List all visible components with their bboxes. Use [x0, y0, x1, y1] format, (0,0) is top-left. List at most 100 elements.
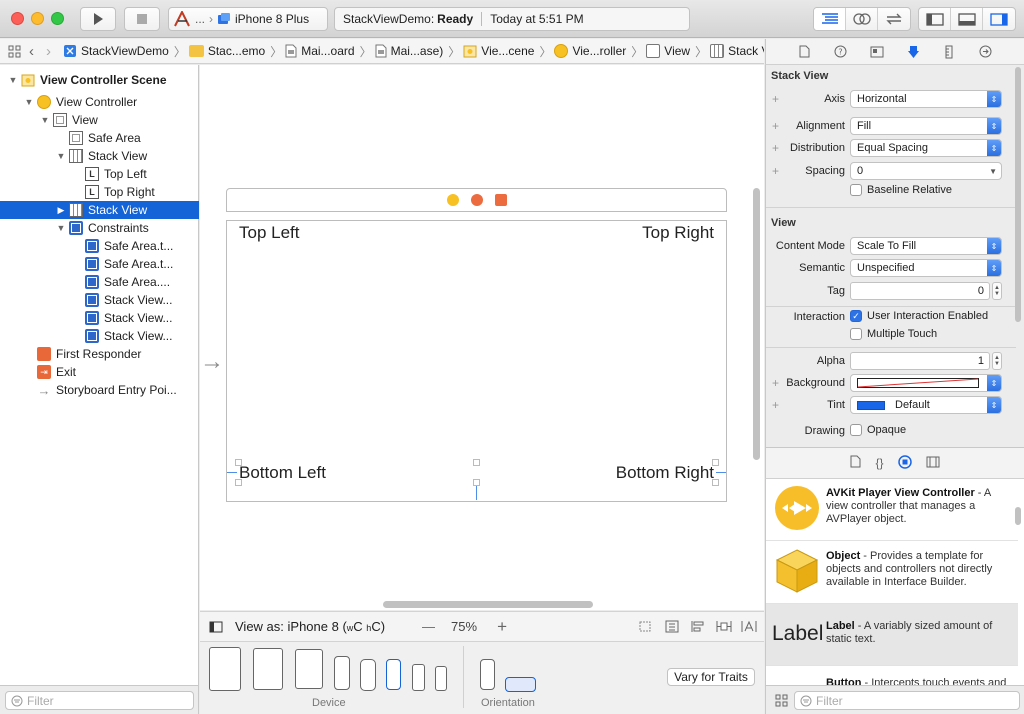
back-arrow-icon[interactable]: ‹ [29, 43, 34, 60]
view-controller-icon[interactable] [446, 194, 459, 206]
outline-item-constraint[interactable]: Safe Area.t... [0, 255, 199, 273]
device-iphone-x[interactable] [360, 659, 376, 691]
scheme-selector[interactable]: ... › iPhone 8 Plus [168, 7, 328, 31]
toggle-outline-icon[interactable] [209, 621, 223, 633]
checkbox-box[interactable] [850, 328, 862, 340]
jump-item-storyboard-base[interactable]: Mai...ase) [375, 44, 446, 58]
top-left-label[interactable]: Top Left [239, 223, 300, 243]
disclosure-triangle-icon[interactable]: ▼ [40, 115, 50, 125]
attributes-inspector-tab[interactable] [904, 43, 922, 61]
first-responder-icon[interactable] [470, 194, 483, 206]
device-iphone-4s[interactable] [435, 666, 447, 691]
library-item-object[interactable]: Object - Provides a template for objects… [766, 542, 1018, 604]
library-item-avkit-player[interactable]: AVKit Player View Controller - A view co… [766, 479, 1018, 541]
disclosure-triangle-icon[interactable]: ▼ [24, 97, 34, 107]
outline-item-constraint[interactable]: Stack View... [0, 291, 199, 309]
checkbox-box[interactable] [850, 184, 862, 196]
disclosure-triangle-icon[interactable]: ▼ [56, 223, 66, 233]
alignment-popup[interactable]: Fill ⇕ [850, 117, 1002, 135]
spacing-combo-box[interactable]: 0 ▼ [850, 162, 1002, 180]
view-as-label[interactable]: View as: iPhone 8 (wC hC) [235, 619, 385, 634]
jump-item-project[interactable]: StackViewDemo [63, 44, 171, 58]
device-iphone-se[interactable] [412, 664, 425, 691]
zoom-out-button[interactable]: — [422, 619, 435, 634]
orientation-landscape[interactable] [505, 677, 536, 692]
bottom-right-label[interactable]: Bottom Right [616, 463, 714, 483]
add-variation-button[interactable]: + [772, 164, 779, 178]
add-constraints-icon[interactable] [716, 620, 732, 633]
quick-help-tab[interactable]: ? [831, 43, 849, 61]
content-mode-popup[interactable]: Scale To Fill ⇕ [850, 237, 1002, 255]
outline-item-view-controller[interactable]: ▼ View Controller [0, 93, 199, 111]
outline-item-exit[interactable]: ⇥ Exit [0, 363, 199, 381]
size-inspector-tab[interactable] [940, 43, 958, 61]
jump-item-scene[interactable]: Vie...cene [463, 44, 536, 58]
outline-item-constraints[interactable]: ▼ Constraints [0, 219, 199, 237]
jump-item-group[interactable]: Stac...emo [188, 44, 267, 58]
media-library-tab[interactable] [926, 456, 940, 471]
library-filter-input[interactable]: Filter [794, 691, 1020, 710]
device-iphone-8-plus[interactable] [334, 656, 350, 690]
exit-icon[interactable] [494, 194, 507, 206]
minimize-window-button[interactable] [31, 12, 44, 25]
stop-button[interactable] [124, 7, 160, 31]
scene-dock[interactable] [226, 188, 727, 212]
align-icon[interactable] [691, 620, 705, 633]
jump-item-view[interactable]: View [646, 44, 692, 58]
tag-stepper[interactable]: ▲ ▼ [992, 282, 1002, 300]
grid-view-icon[interactable] [775, 694, 788, 707]
vary-for-traits-button[interactable]: Vary for Traits [667, 668, 755, 686]
resize-handle[interactable] [235, 479, 242, 486]
device-ipad-pro-10[interactable] [253, 648, 283, 690]
axis-popup[interactable]: Horizontal ⇕ [850, 90, 1002, 108]
library-item-label[interactable]: Label Label - A variably sized amount of… [766, 604, 1018, 666]
outline-item-top-right-label[interactable]: L Top Right [0, 183, 199, 201]
jump-item-view-controller[interactable]: Vie...roller [554, 44, 628, 58]
outline-item-first-responder[interactable]: First Responder [0, 345, 199, 363]
add-variation-button[interactable]: + [772, 398, 779, 412]
checkmark-icon[interactable]: ✓ [850, 310, 862, 322]
device-ipad-pro-12[interactable] [209, 647, 241, 691]
checkbox-box[interactable] [850, 424, 862, 436]
resize-handle[interactable] [473, 479, 480, 486]
canvas-vertical-scrollbar[interactable] [753, 188, 760, 460]
toggle-debug-area-button[interactable] [951, 8, 983, 30]
embed-in-stack-icon[interactable] [665, 620, 679, 633]
outline-item-constraint[interactable]: Safe Area.t... [0, 237, 199, 255]
bottom-left-label[interactable]: Bottom Left [239, 463, 326, 483]
assistant-editor-button[interactable] [846, 8, 878, 30]
chevron-down-icon[interactable]: ▼ [989, 167, 997, 176]
toggle-navigator-button[interactable] [919, 8, 951, 30]
background-color-popup[interactable]: ⇕ [850, 374, 1002, 392]
resize-handle[interactable] [473, 459, 480, 466]
zoom-window-button[interactable] [51, 12, 64, 25]
outline-item-top-left-label[interactable]: L Top Left [0, 165, 199, 183]
file-template-tab[interactable] [850, 455, 861, 471]
orientation-portrait[interactable] [480, 659, 495, 690]
user-interaction-checkbox[interactable]: ✓ User Interaction Enabled [850, 310, 988, 322]
resize-handle[interactable] [712, 479, 719, 486]
add-variation-button[interactable]: + [772, 119, 779, 133]
baseline-relative-checkbox[interactable]: Baseline Relative [850, 184, 952, 196]
outline-item-constraint[interactable]: Stack View... [0, 327, 199, 345]
standard-editor-button[interactable] [814, 8, 846, 30]
top-right-label[interactable]: Top Right [642, 223, 714, 243]
entry-point-arrow[interactable]: → [200, 348, 224, 376]
outline-item-stack-view-selected[interactable]: ▶ Stack View [0, 201, 199, 219]
resolve-issues-icon[interactable] [741, 620, 757, 633]
disclosure-triangle-icon[interactable]: ▼ [8, 75, 18, 85]
add-variation-button[interactable]: + [772, 141, 779, 155]
tag-field[interactable]: 0 [850, 282, 990, 300]
code-snippet-tab[interactable]: {} [875, 456, 883, 470]
storyboard-canvas[interactable]: → Top Left Top Right Bottom Left Bottom … [200, 65, 764, 610]
opaque-checkbox[interactable]: Opaque [850, 424, 906, 436]
library-scrollbar[interactable] [1015, 507, 1021, 525]
alpha-stepper[interactable]: ▲ ▼ [992, 352, 1002, 370]
outline-item-scene[interactable]: ▼ View Controller Scene [0, 71, 199, 89]
distribution-popup[interactable]: Equal Spacing ⇕ [850, 139, 1002, 157]
file-inspector-tab[interactable] [795, 43, 813, 61]
outline-filter-input[interactable]: Filter [5, 691, 194, 710]
alpha-field[interactable]: 1 [850, 352, 990, 370]
outline-item-view[interactable]: ▼ View [0, 111, 199, 129]
library-item-button[interactable]: Button - Intercepts touch events and [766, 667, 1018, 685]
